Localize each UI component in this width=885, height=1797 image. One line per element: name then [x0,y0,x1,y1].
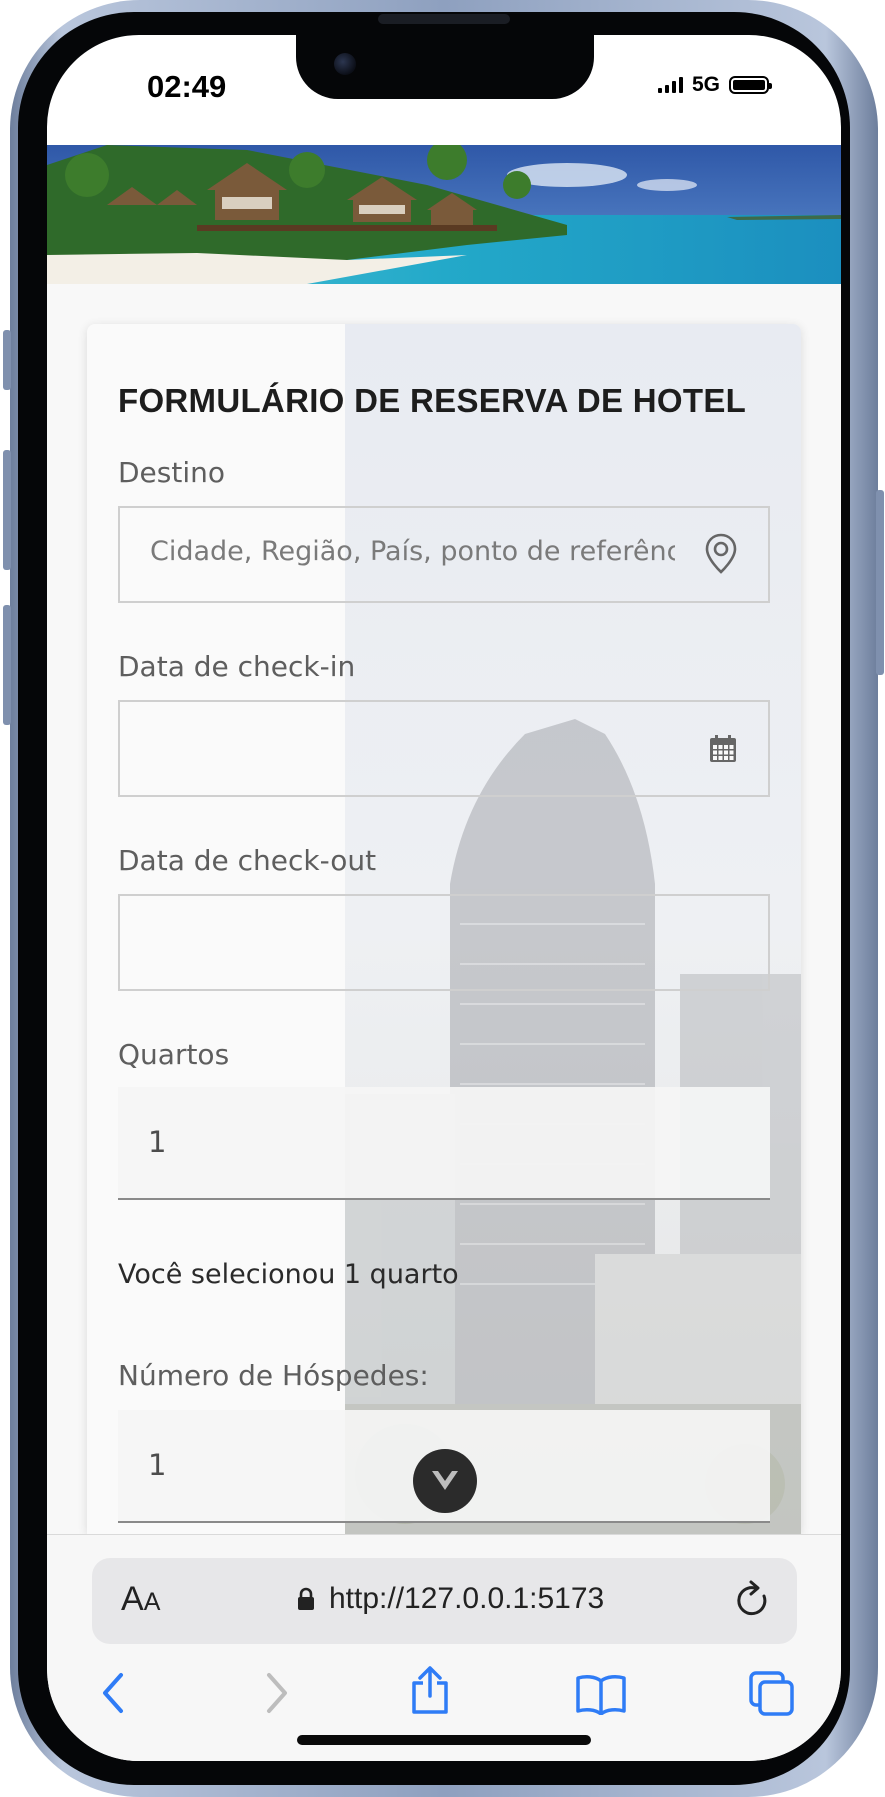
signal-icon [657,77,683,93]
phone-volume-down [3,605,11,725]
rooms-input[interactable]: 1 [118,1087,770,1200]
phone-speaker [378,14,510,24]
status-time: 02:49 [147,69,227,104]
text-size-big-label: A [121,1580,144,1618]
reservation-card: FORMULÁRIO DE RESERVA DE HOTEL Destino C… [87,324,801,1534]
checkin-input[interactable] [118,700,770,797]
status-indicators: 5G [657,73,772,97]
destination-placeholder: Cidade, Região, País, ponto de referênci… [150,536,675,567]
checkout-label: Data de check-out [118,844,377,877]
share-button[interactable] [409,1665,451,1719]
scroll-down-button[interactable] [413,1449,477,1513]
battery-icon [729,76,772,94]
home-indicator[interactable] [297,1735,591,1745]
tabs-button[interactable] [747,1669,795,1721]
phone-volume-up [3,450,11,570]
phone-power-button [876,490,884,675]
text-size-small-label: A [143,1588,161,1616]
bookmarks-icon [576,1675,626,1716]
tabs-icon [749,1671,794,1716]
lock-icon [298,1587,314,1610]
chevron-down-icon [432,1471,458,1490]
rooms-value: 1 [148,1125,167,1159]
share-icon [412,1666,448,1714]
url-text: http://127.0.0.1:5173 [329,1582,605,1615]
network-label: 5G [691,73,720,96]
url-display[interactable]: http://127.0.0.1:5173 [297,1582,604,1616]
phone-notch [296,35,594,99]
calendar-icon[interactable] [708,734,738,768]
rooms-selected-text: Você selecionou 1 quarto [118,1259,459,1290]
form-title: FORMULÁRIO DE RESERVA DE HOTEL [118,382,747,419]
resort-banner-image [47,145,841,284]
destination-label: Destino [118,456,226,489]
bookmarks-button[interactable] [575,1673,627,1719]
back-arrow-icon [103,1673,123,1713]
forward-button[interactable] [263,1671,291,1719]
front-camera [334,53,356,75]
checkout-input[interactable] [118,894,770,991]
forward-arrow-icon [267,1673,287,1713]
checkin-label: Data de check-in [118,650,356,683]
guests-value: 1 [148,1448,167,1482]
destination-input[interactable]: Cidade, Região, País, ponto de referênci… [118,506,770,603]
phone-mute-switch [3,330,11,390]
map-pin-icon [704,532,738,580]
browser-toolbar: AA http://127.0.0.1:5173 [47,1534,841,1761]
back-button[interactable] [99,1671,127,1719]
text-size-button[interactable]: AA [121,1580,160,1619]
reload-icon [737,1580,767,1616]
rooms-label: Quartos [118,1038,230,1071]
phone-screen: 02:49 5G FORMULÁRIO DE RESERVA DE HOTEL … [47,35,841,1761]
reload-button[interactable] [733,1578,773,1626]
guests-label: Número de Hóspedes: [118,1359,429,1392]
address-bar[interactable]: AA http://127.0.0.1:5173 [92,1558,797,1644]
